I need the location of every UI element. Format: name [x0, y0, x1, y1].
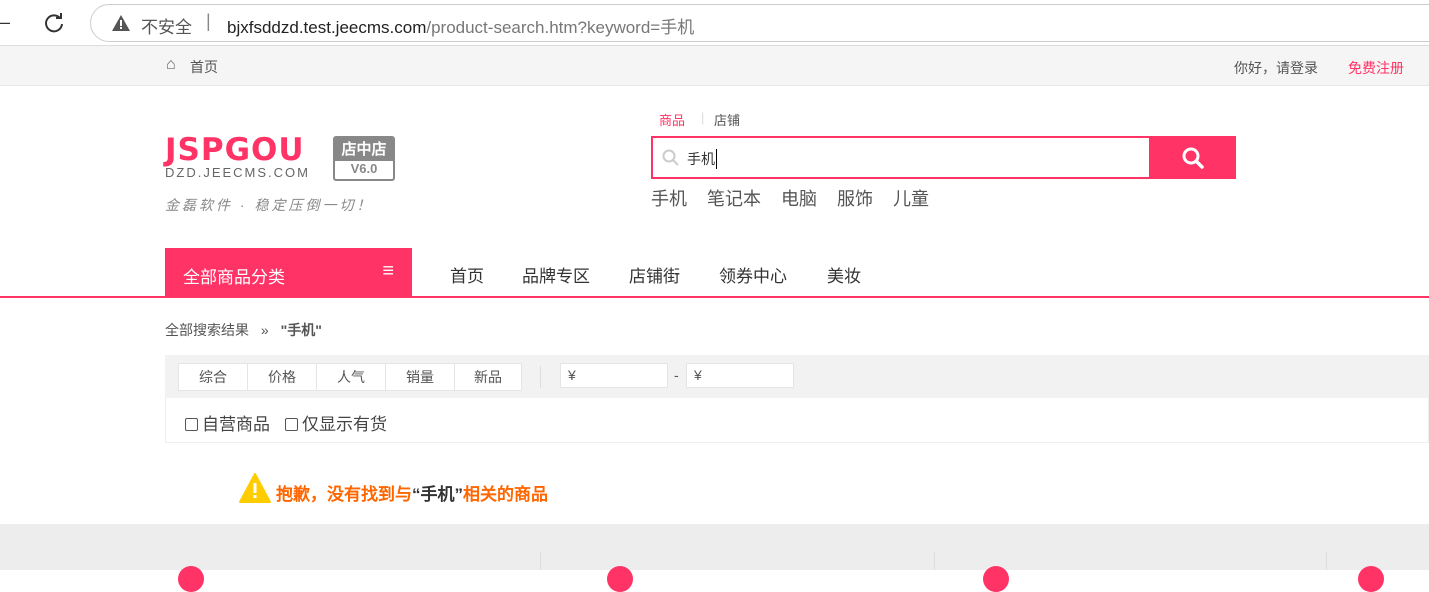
- security-label: 不安全: [141, 18, 192, 37]
- currency-symbol: ¥: [694, 367, 702, 383]
- hot-keyword[interactable]: 儿童: [893, 189, 929, 209]
- breadcrumb-root[interactable]: 全部搜索结果: [165, 322, 249, 338]
- checkbox-label: 仅显示有货: [302, 415, 387, 434]
- back-icon[interactable]: –: [0, 12, 10, 33]
- nav-coupons[interactable]: 领券中心: [719, 262, 787, 287]
- self-operated-checkbox[interactable]: 自营商品: [185, 410, 270, 435]
- price-min-input[interactable]: ¥: [560, 363, 668, 388]
- logo-slogan: 金磊软件 · 稳定压倒一切！: [165, 197, 374, 213]
- all-categories-label: 全部商品分类: [183, 268, 285, 287]
- empty-prefix: 抱歉，没有找到与: [276, 485, 412, 504]
- search-input[interactable]: 手机: [651, 136, 1151, 179]
- login-link[interactable]: 你好，请登录: [1234, 58, 1318, 78]
- nav-shops[interactable]: 店铺街: [629, 262, 680, 287]
- sort-new[interactable]: 新品: [454, 363, 522, 391]
- divider: [540, 552, 541, 570]
- address-bar[interactable]: 不安全 | bjxfsddzd.test.jeecms.com/product-…: [90, 4, 1429, 42]
- logo-version: V6.0: [350, 161, 378, 176]
- nav-beauty[interactable]: 美妆: [827, 262, 861, 287]
- currency-symbol: ¥: [568, 367, 576, 383]
- logo-domain: DZD.JEECMS.COM: [165, 165, 310, 180]
- sort-price[interactable]: 价格: [247, 363, 317, 391]
- warning-icon: [239, 473, 271, 503]
- divider: [540, 366, 541, 388]
- all-categories-button[interactable]: 全部商品分类 ≡: [165, 248, 412, 296]
- hot-keyword[interactable]: 服饰: [837, 189, 873, 209]
- filter-bar: 自营商品 仅显示有货: [165, 398, 1429, 443]
- empty-result-message: 抱歉，没有找到与“手机”相关的商品: [276, 480, 548, 505]
- menu-icon: ≡: [382, 260, 394, 282]
- search-icon: [662, 149, 679, 166]
- url-text[interactable]: bjxfsddzd.test.jeecms.com/product-search…: [227, 13, 694, 38]
- logo-badge-text: 店中店: [335, 138, 393, 161]
- checkbox-box: [185, 418, 198, 431]
- empty-suffix: 相关的商品: [463, 485, 548, 504]
- in-stock-checkbox[interactable]: 仅显示有货: [285, 410, 387, 435]
- search-tab-shops[interactable]: 店铺: [714, 110, 740, 129]
- search-button[interactable]: [1150, 136, 1236, 179]
- hot-keyword[interactable]: 电脑: [781, 189, 817, 209]
- price-max-input[interactable]: ¥: [686, 363, 794, 388]
- search-icon: [1182, 147, 1204, 169]
- divider: |: [206, 11, 211, 31]
- divider: [934, 552, 935, 570]
- sort-sales[interactable]: 销量: [385, 363, 455, 391]
- url-path: /product-search.htm?keyword=手机: [426, 18, 695, 37]
- register-link[interactable]: 免费注册: [1348, 58, 1404, 78]
- nav-home[interactable]: 首页: [450, 262, 484, 287]
- breadcrumb-keyword: "手机": [280, 322, 322, 338]
- checkbox-box: [285, 418, 298, 431]
- hot-keyword[interactable]: 笔记本: [707, 189, 761, 209]
- nav-divider: [0, 296, 1429, 298]
- url-host: bjxfsddzd.test.jeecms.com: [227, 18, 427, 37]
- search-value: 手机: [687, 149, 717, 169]
- top-bar: ⌂ 首页 你好，请登录 免费注册: [0, 46, 1429, 86]
- divider: [1326, 552, 1327, 570]
- nav-brands[interactable]: 品牌专区: [522, 262, 590, 287]
- hot-keywords: 手机 笔记本 电脑 服饰 儿童: [651, 185, 929, 211]
- divider: |: [701, 110, 705, 125]
- hot-keyword[interactable]: 手机: [651, 189, 687, 209]
- breadcrumb-separator: »: [260, 322, 269, 338]
- checkbox-label: 自营商品: [202, 415, 270, 434]
- sort-default[interactable]: 综合: [178, 363, 248, 391]
- warning-icon: [112, 15, 130, 31]
- empty-keyword: “手机”: [412, 485, 463, 504]
- search-tab-products[interactable]: 商品: [659, 110, 685, 129]
- reload-icon[interactable]: [43, 12, 65, 34]
- logo-badge: 店中店 V6.0: [333, 136, 395, 181]
- footer: [0, 524, 1429, 592]
- logo-brand: JSPGOU: [165, 132, 305, 168]
- browser-toolbar: – 不安全 | bjxfsddzd.test.jeecms.com/produc…: [0, 0, 1429, 46]
- sort-popularity[interactable]: 人气: [316, 363, 386, 391]
- price-dash: -: [674, 367, 679, 383]
- topbar-home-link[interactable]: 首页: [190, 57, 218, 77]
- home-icon: ⌂: [166, 56, 176, 73]
- breadcrumb: 全部搜索结果 » "手机": [165, 320, 322, 340]
